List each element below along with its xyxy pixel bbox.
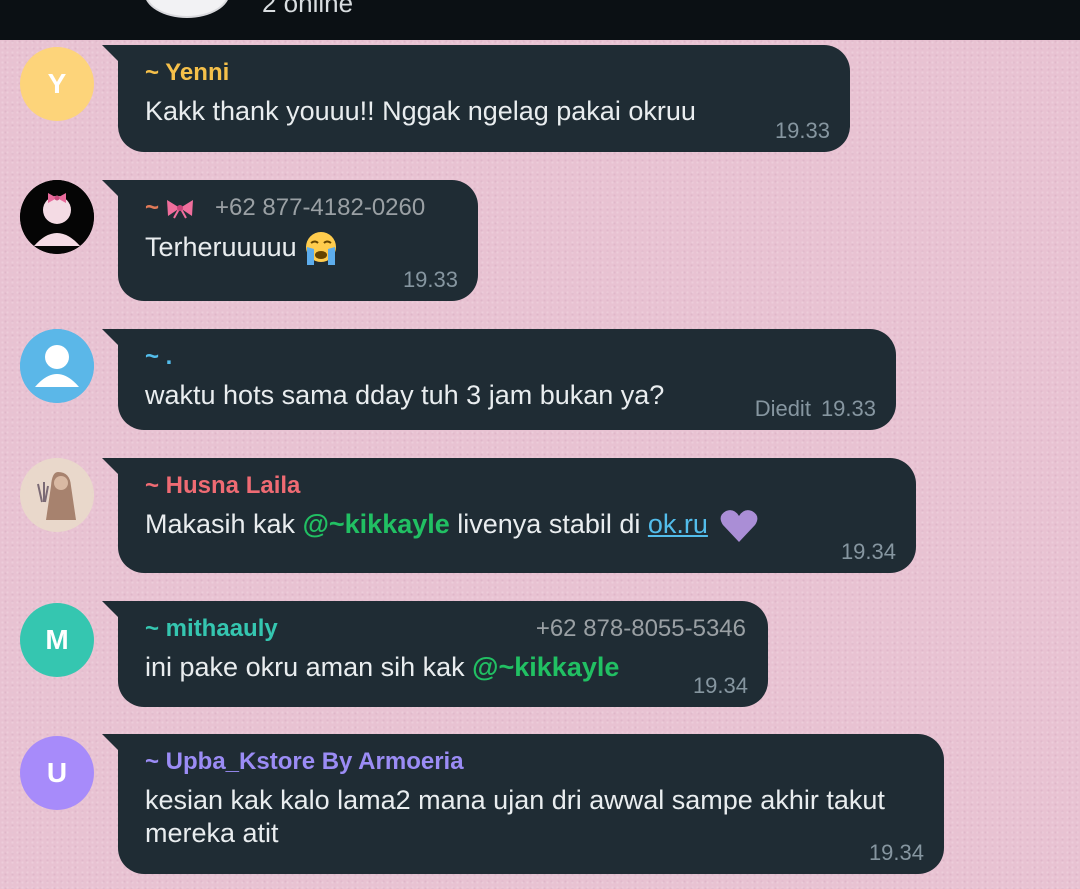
default-person-icon (20, 329, 94, 403)
message-time: 19.34 (692, 673, 748, 698)
purple-heart-icon (721, 510, 758, 542)
sender-name[interactable]: ~ Husna Laila (145, 472, 894, 500)
message-text: Terheruuuuu (145, 230, 456, 268)
avatar[interactable]: U (20, 736, 94, 810)
mention-link[interactable]: @~kikkayle (303, 509, 450, 539)
message-meta: 19.34 (869, 840, 924, 866)
message-time: 19.34 (868, 840, 924, 865)
message-time: 19.34 (840, 539, 896, 564)
message-meta: 19.33 (775, 118, 830, 144)
avatar-letter: U (46, 757, 68, 788)
sender-name[interactable]: ~ +62 877-4182-0260 (145, 194, 456, 222)
sender-name[interactable]: ~ Yenni (145, 59, 828, 87)
message-bubble[interactable]: ~ Upba_Kstore By Armoeria kesian kak kal… (102, 734, 944, 874)
message-bubble[interactable]: ~ Yenni Kakk thank youuu!! Nggak ngelag … (102, 45, 850, 152)
pink-bow-icon (167, 200, 194, 219)
message-bubble[interactable]: ~ Husna Laila Makasih kak @~kikkayle liv… (102, 458, 916, 573)
bubble-tail (102, 734, 118, 750)
message-bubble[interactable]: ~ mithaauly +62 878-8055-5346 ini pake o… (102, 601, 768, 707)
message-text: Kakk thank youuu!! Nggak ngelag pakai ok… (145, 96, 696, 126)
group-avatar[interactable] (144, 0, 230, 18)
url-link[interactable]: ok.ru (648, 509, 708, 539)
sender-name[interactable]: ~ mithaauly +62 878-8055-5346 (145, 615, 746, 643)
message-bubble[interactable]: ~ . waktu hots sama dday tuh 3 jam bukan… (102, 329, 896, 430)
message-meta: Diedit 19.33 (755, 396, 876, 422)
avatar-letter: Y (47, 68, 67, 99)
message-time: 19.33 (774, 118, 830, 143)
message-bubble[interactable]: ~ +62 877-4182-0260 Terheruuuuu 19.33 (102, 180, 478, 301)
mention-link[interactable]: @~kikkayle (472, 652, 619, 682)
header-status-text: 2 online (262, 0, 354, 18)
message-meta: 19.34 (693, 673, 748, 699)
message-time: 19.33 (820, 396, 876, 421)
avatar[interactable]: M (20, 603, 94, 677)
message-meta: 19.33 (403, 267, 458, 293)
bubble-tail (102, 329, 118, 345)
bubble-tail (102, 180, 118, 196)
bubble-tail (102, 458, 118, 474)
sender-phone: +62 877-4182-0260 (215, 194, 426, 221)
avatar[interactable]: Y (20, 47, 94, 121)
bubble-tail (102, 601, 118, 617)
loudly-crying-face-icon (305, 232, 336, 265)
avatar[interactable] (20, 180, 94, 254)
message-meta: 19.34 (841, 539, 896, 565)
message-time: 19.33 (402, 267, 458, 292)
message-text: kesian kak kalo lama2 mana ujan dri awwa… (145, 785, 885, 848)
profile-photo-hijab-icon (20, 458, 94, 532)
sender-phone: +62 878-8055-5346 (535, 615, 746, 642)
sender-name[interactable]: ~ Upba_Kstore By Armoeria (145, 748, 922, 776)
bubble-tail (102, 45, 118, 61)
edited-label: Diedit (754, 396, 811, 421)
avatar-letter: M (45, 624, 69, 655)
message-text: Makasih kak @~kikkayle livenya stabil di… (145, 508, 894, 544)
avatar[interactable] (20, 329, 94, 403)
profile-photo-bow-icon (20, 180, 94, 254)
sender-name[interactable]: ~ . (145, 343, 874, 371)
message-text: ini pake okru aman sih kak @~kikkayle (145, 652, 620, 682)
chat-header: 2 online (0, 0, 1080, 40)
avatar[interactable] (20, 458, 94, 532)
